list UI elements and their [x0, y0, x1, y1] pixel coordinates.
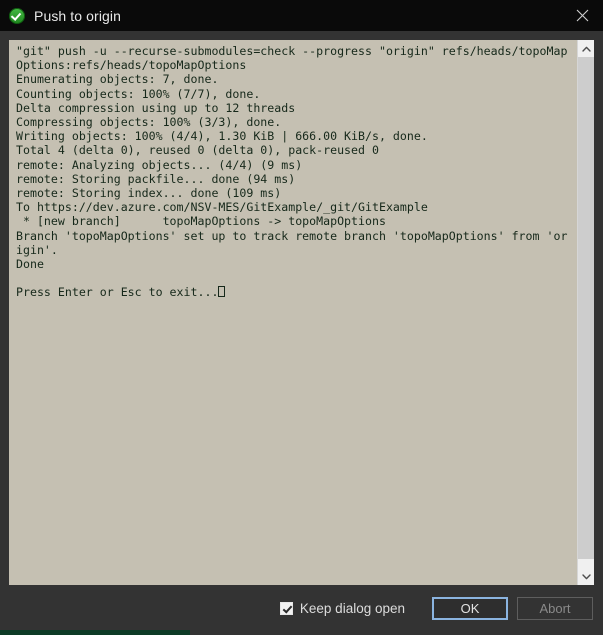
push-to-origin-dialog: Push to origin "git" push -u --recurse-s…: [0, 0, 603, 635]
dialog-body: "git" push -u --recurse-submodules=check…: [0, 31, 603, 585]
abort-button[interactable]: Abort: [517, 596, 593, 620]
titlebar[interactable]: Push to origin: [0, 0, 603, 31]
ok-button[interactable]: OK: [432, 596, 508, 620]
block-cursor: [218, 286, 225, 297]
console-output-panel: "git" push -u --recurse-submodules=check…: [9, 40, 594, 585]
window-title: Push to origin: [34, 7, 122, 24]
keep-dialog-open-checkbox[interactable]: Keep dialog open: [279, 600, 405, 616]
scrollbar-thumb[interactable]: [578, 57, 594, 559]
checkbox-check-icon[interactable]: [279, 601, 293, 615]
keep-dialog-open-label: Keep dialog open: [299, 600, 405, 616]
console-output-text: "git" push -u --recurse-submodules=check…: [16, 44, 568, 300]
scrollbar-track[interactable]: [578, 57, 594, 568]
success-check-icon: [9, 7, 25, 24]
dialog-footer: Keep dialog open OK Abort: [0, 585, 603, 635]
chevron-up-icon[interactable]: [578, 40, 594, 57]
console-scrollbar[interactable]: [577, 40, 594, 585]
chevron-down-icon[interactable]: [578, 568, 594, 585]
close-icon[interactable]: [561, 0, 603, 31]
desktop-taskbar-peek: [0, 630, 190, 635]
